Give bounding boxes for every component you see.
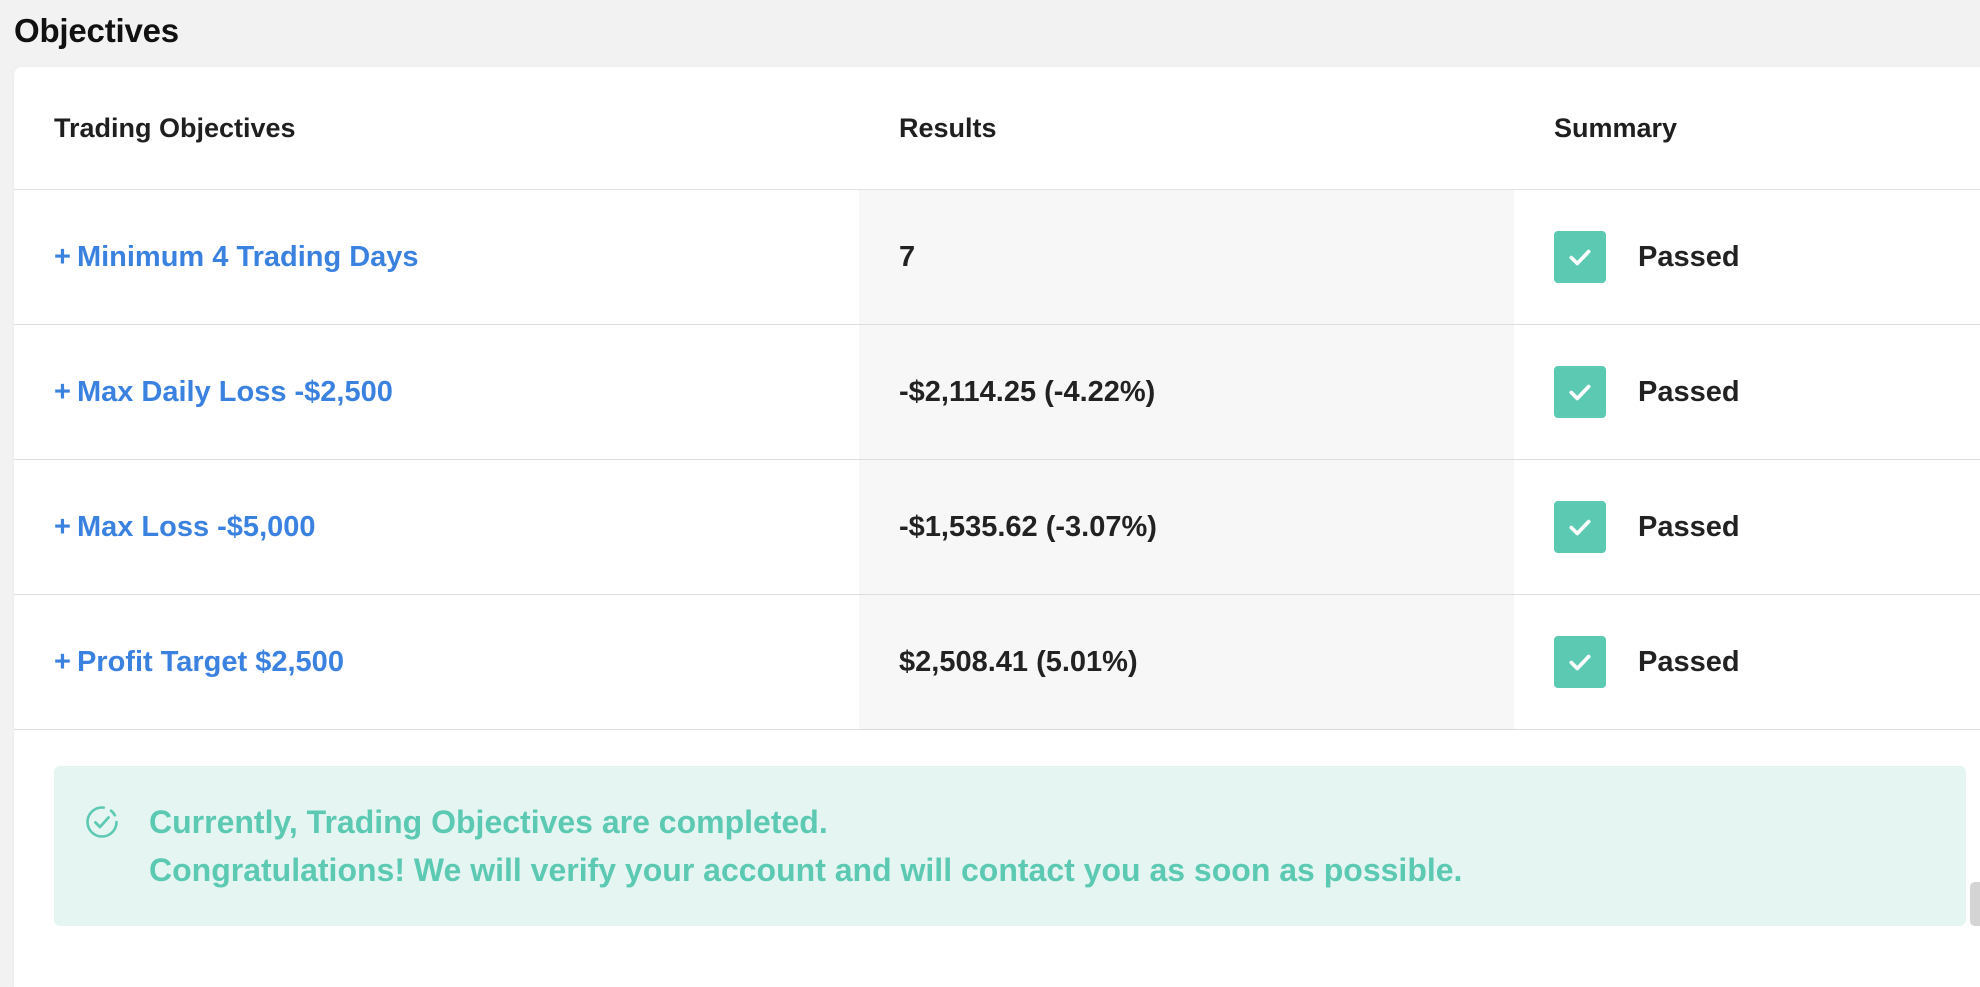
check-icon <box>1554 636 1606 688</box>
result-cell: -$2,114.25 (-4.22%) <box>859 325 1514 459</box>
result-value: -$2,114.25 (-4.22%) <box>899 375 1156 408</box>
objective-label: Max Daily Loss -$2,500 <box>76 375 393 408</box>
result-cell: $2,508.41 (5.01%) <box>859 595 1514 729</box>
check-icon <box>1554 501 1606 553</box>
objective-cell: + Max Loss -$5,000 <box>14 460 859 594</box>
notice-line-2: Congratulations! We will verify your acc… <box>149 852 1463 888</box>
summary-cell: Passed <box>1514 460 1980 594</box>
summary-cell: Passed <box>1514 190 1980 324</box>
result-cell: -$1,535.62 (-3.07%) <box>859 460 1514 594</box>
result-value: -$1,535.62 (-3.07%) <box>899 510 1157 543</box>
objective-toggle[interactable]: + Max Loss -$5,000 <box>54 511 316 544</box>
plus-icon: + <box>54 645 71 678</box>
check-icon <box>1554 231 1606 283</box>
objective-label: Profit Target $2,500 <box>76 645 344 678</box>
check-icon <box>1554 366 1606 418</box>
table-row: + Profit Target $2,500 $2,508.41 (5.01%)… <box>14 595 1980 730</box>
objective-cell: + Profit Target $2,500 <box>14 595 859 729</box>
table-row: + Max Daily Loss -$2,500 -$2,114.25 (-4.… <box>14 325 1980 460</box>
objective-toggle[interactable]: + Profit Target $2,500 <box>54 646 344 679</box>
notice-line-1: Currently, Trading Objectives are comple… <box>149 804 828 840</box>
status-text: Passed <box>1638 510 1740 543</box>
table-row: + Max Loss -$5,000 -$1,535.62 (-3.07%) P… <box>14 460 1980 595</box>
notice-text: Currently, Trading Objectives are comple… <box>149 798 1462 894</box>
circle-check-icon <box>86 806 118 838</box>
header-summary: Summary <box>1554 112 1678 143</box>
objective-toggle[interactable]: + Max Daily Loss -$2,500 <box>54 376 393 409</box>
result-cell: 7 <box>859 190 1514 324</box>
objectives-card: Trading Objectives Results Summary + Min… <box>14 67 1980 987</box>
completion-notice: Currently, Trading Objectives are comple… <box>54 766 1966 926</box>
objectives-table: Trading Objectives Results Summary + Min… <box>14 67 1980 730</box>
objective-toggle[interactable]: + Minimum 4 Trading Days <box>54 241 419 274</box>
header-results: Results <box>899 112 997 143</box>
summary-cell: Passed <box>1514 595 1980 729</box>
plus-icon: + <box>54 240 71 273</box>
result-value: $2,508.41 (5.01%) <box>899 645 1138 678</box>
status-text: Passed <box>1638 375 1740 408</box>
status-text: Passed <box>1638 240 1740 273</box>
table-row: + Minimum 4 Trading Days 7 Passed <box>14 190 1980 325</box>
header-trading-objectives: Trading Objectives <box>54 112 296 143</box>
result-value: 7 <box>899 240 916 273</box>
status-text: Passed <box>1638 645 1740 678</box>
plus-icon: + <box>54 375 71 408</box>
scrollbar-thumb[interactable] <box>1970 882 1980 926</box>
summary-cell: Passed <box>1514 325 1980 459</box>
plus-icon: + <box>54 510 71 543</box>
objective-label: Minimum 4 Trading Days <box>76 240 419 273</box>
objective-label: Max Loss -$5,000 <box>76 510 316 543</box>
table-header: Trading Objectives Results Summary <box>14 67 1980 190</box>
objective-cell: + Max Daily Loss -$2,500 <box>14 325 859 459</box>
objective-cell: + Minimum 4 Trading Days <box>14 190 859 324</box>
section-title: Objectives <box>14 12 179 49</box>
